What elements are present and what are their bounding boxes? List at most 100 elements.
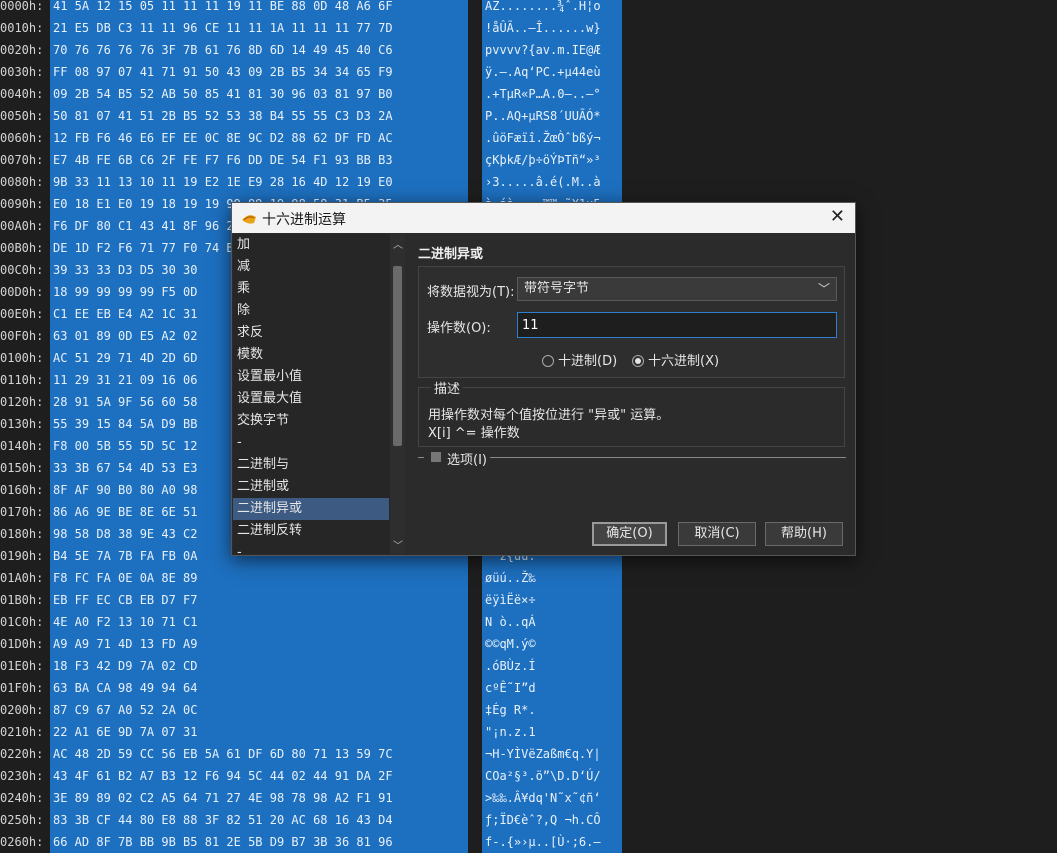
hex-ascii[interactable]: ‡Ég R*. (482, 699, 622, 721)
hex-bytes[interactable]: 83 3B CF 44 80 E8 88 3F 82 51 20 AC 68 1… (50, 809, 468, 831)
operation-item[interactable]: 减 (233, 256, 389, 278)
help-button[interactable]: 帮助(H) (765, 522, 843, 546)
hex-ascii[interactable]: N ò..qÁ (482, 611, 622, 633)
hex-row: 0230h: 43 4F 61 B2 A7 B3 12 F6 94 5C 44 0… (0, 765, 640, 787)
hex-ascii[interactable]: P..AQ+µRS8´UUÃÓ* (482, 105, 622, 127)
hex-bytes[interactable]: 18 F3 42 D9 7A 02 CD (50, 655, 468, 677)
hex-bytes[interactable]: 43 4F 61 B2 A7 B3 12 F6 94 5C 44 02 44 9… (50, 765, 468, 787)
hex-ascii[interactable]: ›3.....â.é(.M..à (482, 171, 622, 193)
operand-input[interactable] (517, 312, 837, 338)
hex-bytes[interactable]: 41 5A 12 15 05 11 11 11 19 11 BE 88 0D 4… (50, 0, 468, 17)
hex-offset: 0170h: (0, 505, 44, 519)
cancel-button[interactable]: 取消(C) (678, 522, 756, 546)
hex-ascii[interactable]: pvvvv?{av.m.IE@Æ (482, 39, 622, 61)
scroll-down-icon[interactable]: ﹀ (393, 537, 403, 552)
hex-ascii[interactable]: ÿ.—.Aq‘PC.+µ44eù (482, 61, 622, 83)
operation-item[interactable]: 模数 (233, 344, 389, 366)
operation-item[interactable]: 交换字节 (233, 410, 389, 432)
list-separator: - (237, 545, 242, 554)
operation-item[interactable]: 求反 (233, 322, 389, 344)
hex-bytes[interactable]: A9 A9 71 4D 13 FD A9 (50, 633, 468, 655)
dialog-title: 十六进制运算 (262, 212, 346, 228)
hex-bytes[interactable]: E7 4B FE 6B C6 2F FE F7 F6 DD DE 54 F1 9… (50, 149, 468, 171)
operation-item[interactable]: 乘 (233, 278, 389, 300)
hex-ascii[interactable]: ƒ;ÏD€èˆ?‚Q ¬h.CÔ (482, 809, 622, 831)
hex-ascii[interactable]: øüú..Ž‰ (482, 567, 622, 589)
hex-row: 01A0h: F8 FC FA 0E 0A 8E 89 øüú..Ž‰ (0, 567, 640, 589)
close-icon[interactable]: ✕ (830, 206, 845, 227)
ok-button[interactable]: 确定(O) (592, 522, 667, 546)
hex-bytes[interactable]: 12 FB F6 46 E6 EF EE 0C 8E 9C D2 88 62 D… (50, 127, 468, 149)
options-expander[interactable]: 选项(I) (418, 449, 848, 468)
hex-offset: 0150h: (0, 461, 44, 475)
hex-bytes[interactable]: FF 08 97 07 41 71 91 50 43 09 2B B5 34 3… (50, 61, 468, 83)
hex-offset: 00F0h: (0, 329, 44, 343)
data-type-value: 带符号字节 (524, 281, 590, 296)
radio-hex[interactable]: 十六进制(X) (632, 350, 719, 369)
operation-item[interactable]: 加 (233, 234, 389, 256)
scroll-thumb[interactable] (393, 266, 402, 446)
hex-ascii[interactable]: AZ........¾ˆ.H¦o (482, 0, 622, 17)
hex-ascii[interactable]: !åÛÃ..–Î......w} (482, 17, 622, 39)
radio-decimal-label: 十进制(D) (558, 354, 618, 369)
hex-ascii[interactable]: ©©qM.ý© (482, 633, 622, 655)
description-text: 用操作数对每个值按位进行 "异或" 运算。 (428, 408, 670, 423)
hex-offset: 0010h: (0, 21, 44, 35)
hex-ascii[interactable]: .óBÙz.Í (482, 655, 622, 677)
hex-row: 0060h: 12 FB F6 46 E6 EF EE 0C 8E 9C D2 8… (0, 127, 640, 149)
hex-offset: 0230h: (0, 769, 44, 783)
hex-ascii[interactable]: COa²§³.ö”\D.D‘Ú/ (482, 765, 622, 787)
hex-bytes[interactable]: 66 AD 8F 7B BB 9B B5 81 2E 5B D9 B7 3B 3… (50, 831, 468, 853)
hex-bytes[interactable]: EB FF EC CB EB D7 F7 (50, 589, 468, 611)
hex-ascii[interactable]: çKþkÆ/þ÷öÝÞTñ“»³ (482, 149, 622, 171)
hex-ascii[interactable]: ëÿìËë×÷ (482, 589, 622, 611)
hex-bytes[interactable]: 4E A0 F2 13 10 71 C1 (50, 611, 468, 633)
hex-bytes[interactable]: 09 2B 54 B5 52 AB 50 85 41 81 30 96 03 8… (50, 83, 468, 105)
hex-offset: 01E0h: (0, 659, 44, 673)
operation-item[interactable]: 设置最小值 (233, 366, 389, 388)
hex-row: 0010h: 21 E5 DB C3 11 11 96 CE 11 11 1A 1… (0, 17, 640, 39)
hex-bytes[interactable]: 50 81 07 41 51 2B B5 52 53 38 B4 55 55 C… (50, 105, 468, 127)
hex-row: 0050h: 50 81 07 41 51 2B B5 52 53 38 B4 5… (0, 105, 640, 127)
operation-item[interactable]: 二进制或 (233, 476, 389, 498)
hex-offset: 0200h: (0, 703, 44, 717)
hex-ascii[interactable]: "¡n.z.1 (482, 721, 622, 743)
hex-bytes[interactable]: 21 E5 DB C3 11 11 96 CE 11 11 1A 11 11 1… (50, 17, 468, 39)
operation-item[interactable]: 二进制异或 (233, 498, 389, 520)
hex-ascii[interactable]: cºÊ˜I”d (482, 677, 622, 699)
expand-icon[interactable] (431, 452, 441, 462)
data-type-select[interactable]: 带符号字节 ﹀ (517, 277, 837, 301)
list-separator: - (237, 435, 242, 450)
section-title: 二进制异或 (418, 247, 484, 262)
description-title: 描述 (431, 378, 464, 397)
hex-bytes[interactable]: 87 C9 67 A0 52 2A 0C (50, 699, 468, 721)
hex-row: 0080h: 9B 33 11 13 10 11 19 E2 1E E9 28 1… (0, 171, 640, 193)
operation-item[interactable]: 设置最大值 (233, 388, 389, 410)
hex-row: 01F0h: 63 BA CA 98 49 94 64 cºÊ˜I”d (0, 677, 640, 699)
hex-offset: 00B0h: (0, 241, 44, 255)
hex-bytes[interactable]: 63 BA CA 98 49 94 64 (50, 677, 468, 699)
hex-bytes[interactable]: 70 76 76 76 76 3F 7B 61 76 8D 6D 14 49 4… (50, 39, 468, 61)
operation-item[interactable]: 二进制反转 (233, 520, 389, 542)
hex-bytes[interactable]: 22 A1 6E 9D 7A 07 31 (50, 721, 468, 743)
hex-ascii[interactable]: .ûöFæïî.ŽœÒˆbßý¬ (482, 127, 622, 149)
data-type-label: 将数据视为(T): (427, 285, 515, 300)
operation-list[interactable]: 加减乘除求反 模数 设置最小值 设置最大值 交换字节 - 二进制与 二进制或 二进制异或 二进制反… (233, 234, 405, 554)
hex-row: 0200h: 87 C9 67 A0 52 2A 0C ‡Ég R*. (0, 699, 640, 721)
dialog-titlebar[interactable]: 十六进制运算 ✕ (232, 203, 855, 233)
hex-bytes[interactable]: 3E 89 89 02 C2 A5 64 71 27 4E 98 78 98 A… (50, 787, 468, 809)
hex-offset: 0160h: (0, 483, 44, 497)
hex-ascii[interactable]: f-.{»›µ..[Ù·;6.– (482, 831, 622, 853)
list-scrollbar[interactable]: ︿ ﹀ (390, 234, 405, 554)
hex-ascii[interactable]: .+TµR«P…A.0–..—° (482, 83, 622, 105)
hex-bytes[interactable]: AC 48 2D 59 CC 56 EB 5A 61 DF 6D 80 71 1… (50, 743, 468, 765)
operation-item[interactable]: 二进制与 (233, 454, 389, 476)
hex-ascii[interactable]: >‰‰.Â¥dq'N˜x˜¢ñ‘ (482, 787, 622, 809)
scroll-up-icon[interactable]: ︿ (393, 236, 403, 251)
hex-ascii[interactable]: ¬H-YÌVëZaßm€q.Y| (482, 743, 622, 765)
hex-bytes[interactable]: F8 FC FA 0E 0A 8E 89 (50, 567, 468, 589)
hex-bytes[interactable]: 9B 33 11 13 10 11 19 E2 1E E9 28 16 4D 1… (50, 171, 468, 193)
radio-decimal[interactable]: 十进制(D) (542, 350, 618, 369)
hex-row: 0040h: 09 2B 54 B5 52 AB 50 85 41 81 30 9… (0, 83, 640, 105)
operation-item[interactable]: 除 (233, 300, 389, 322)
